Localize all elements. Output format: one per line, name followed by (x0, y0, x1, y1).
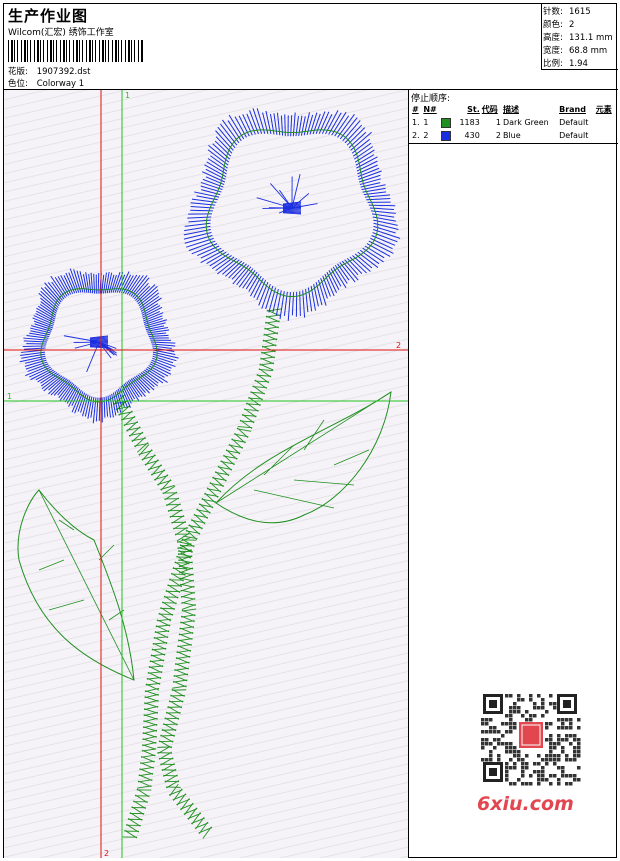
left-leaf (17, 489, 135, 681)
flower-large (183, 108, 401, 321)
table-row[interactable]: 2. 2 430 2 Blue Default (411, 129, 616, 142)
stop-sequence-table: # N# St. 代码 描述 Brand 元素 1. 1 1183 1 Dark… (411, 103, 616, 142)
design-stats: 针数: 1615 颜色: 2 高度: 131.1 mm 宽度: 68.8 mm 比例: 1… (541, 4, 618, 70)
stitch-count-row: 针数: 1615 (543, 7, 591, 17)
watermark-logo: 6xiu.com (477, 793, 574, 815)
width-value: 68.8 mm (569, 46, 608, 56)
color-swatch (441, 130, 452, 141)
stop-sequence-header-row: # N# St. 代码 描述 Brand 元素 (411, 103, 616, 116)
colorway-value: Colorway 1 (36, 79, 85, 89)
width-row: 宽度: 68.8 mm (543, 46, 608, 56)
color-swatch (441, 117, 452, 128)
stitch-count: 1615 (569, 7, 591, 17)
embroidery-preview-canvas[interactable]: 1 1 2 2 (4, 90, 409, 858)
height-row: 高度: 131.1 mm (543, 33, 613, 43)
col-description: 描述 (502, 105, 519, 114)
guide-horizontal-1-label: 1 (7, 392, 12, 401)
embroidery-design: 1 1 2 2 (4, 90, 408, 858)
design-label: 花版: (8, 67, 28, 77)
col-element: 元素 (595, 105, 612, 114)
page-title: 生产作业图 (8, 7, 89, 25)
studio-subtitle: Wilcom(汇宏) 绣饰工作室 (8, 28, 114, 38)
qr-code-image (475, 688, 585, 788)
col-brand: Brand (559, 105, 586, 114)
scale-row: 比例: 1.94 (543, 59, 588, 69)
colorway-label: 色位: (8, 79, 28, 89)
table-row[interactable]: 1. 1 1183 1 Dark Green Default (411, 116, 616, 129)
col-index: # (412, 105, 419, 114)
flower-small (19, 268, 179, 424)
barcode-image (8, 40, 144, 62)
col-stitches: St. (467, 105, 480, 114)
left-leaf-veins (38, 489, 135, 681)
stem-satin-b (113, 394, 213, 839)
color-count: 2 (569, 20, 575, 30)
guide-vertical-2-label: 2 (104, 849, 109, 858)
production-worksheet: 生产作业图 Wilcom(汇宏) 绣饰工作室 花版: 1907392.dst 色… (3, 3, 618, 858)
col-code: 代码 (481, 105, 498, 114)
stop-sequence-panel: 停止顺序: # N# St. 代码 描述 Brand 元素 1. 1 1183 … (409, 90, 618, 144)
seal-icon (519, 722, 543, 748)
header: 生产作业图 Wilcom(汇宏) 绣饰工作室 花版: 1907392.dst 色… (4, 4, 618, 90)
guide-vertical-1-label: 1 (125, 91, 130, 100)
right-leaf-veins (215, 391, 392, 509)
col-needle: N# (423, 105, 437, 114)
design-file-value: 1907392.dst (36, 67, 91, 77)
scale-value: 1.94 (569, 59, 588, 69)
design-file-row: 花版: 1907392.dst (8, 65, 90, 77)
right-leaf (215, 390, 392, 524)
color-count-row: 颜色: 2 (543, 20, 575, 30)
colorway-row: 色位: Colorway 1 (8, 77, 84, 89)
guide-horizontal-2-label: 2 (396, 341, 401, 350)
stem-satin-a (122, 308, 282, 839)
height-value: 131.1 mm (569, 33, 613, 43)
